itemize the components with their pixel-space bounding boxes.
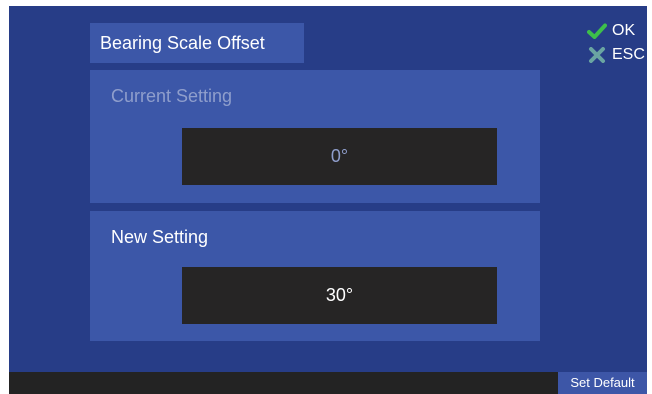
ok-label: OK <box>612 22 636 39</box>
current-setting-label: Current Setting <box>111 86 233 106</box>
ok-button[interactable]: OK <box>587 22 635 40</box>
bottom-bar <box>9 372 647 394</box>
current-setting-panel: Current Setting 0° <box>90 70 540 203</box>
set-default-button[interactable]: Set Default <box>558 372 647 394</box>
esc-button[interactable]: ESC <box>587 46 645 64</box>
check-icon <box>587 23 607 39</box>
new-setting-label: New Setting <box>111 227 209 247</box>
current-setting-value: 0° <box>182 128 497 185</box>
x-icon <box>589 47 605 63</box>
dialog-title: Bearing Scale Offset <box>90 23 304 63</box>
new-setting-value-field[interactable]: 30° <box>182 267 497 324</box>
dialog-screen: Bearing Scale Offset OK ESC Current Sett… <box>9 6 647 394</box>
esc-label: ESC <box>612 46 645 63</box>
new-setting-panel: New Setting 30° <box>90 211 540 341</box>
